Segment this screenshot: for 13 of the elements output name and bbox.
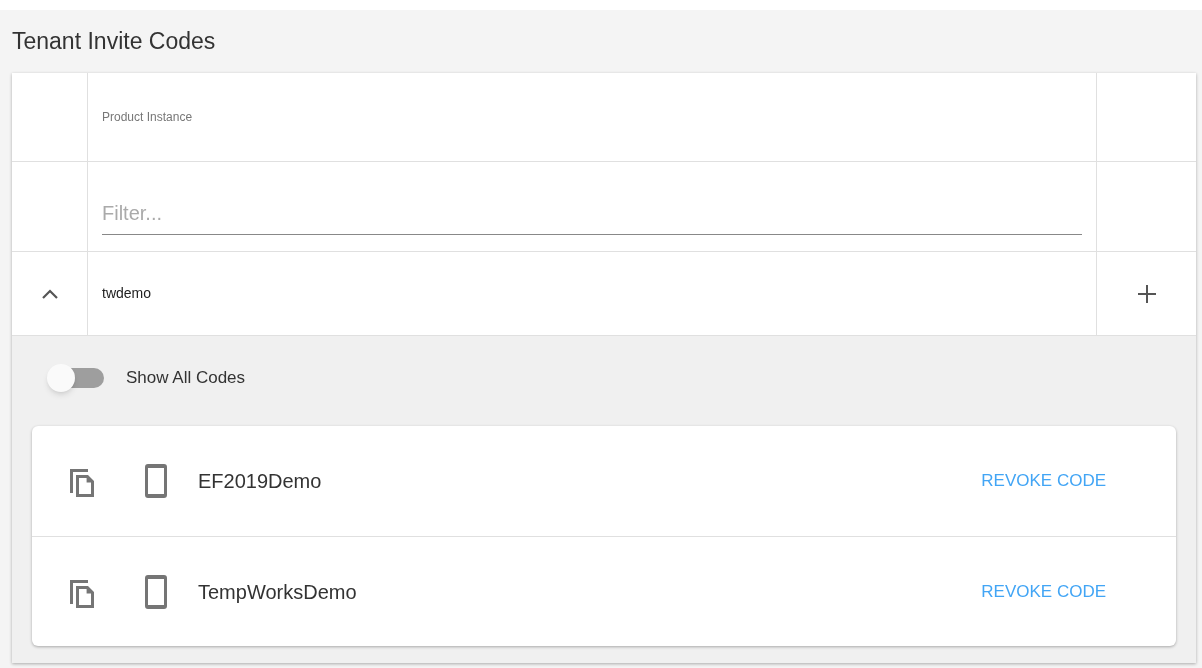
filter-field[interactable]: Filter... [102, 192, 1082, 235]
instance-name: twdemo [102, 284, 152, 303]
revoke-code-button[interactable]: REVOKE CODE [973, 574, 1114, 609]
chevron-up-icon[interactable] [40, 287, 59, 300]
phone-icon [144, 463, 168, 499]
revoke-code-button[interactable]: REVOKE CODE [973, 464, 1114, 498]
code-name: EF2019Demo [198, 469, 323, 494]
plus-icon[interactable] [1136, 283, 1157, 304]
toggle-label: Show All Codes [126, 367, 246, 390]
phone-icon [144, 573, 168, 610]
code-name: TempWorksDemo [198, 579, 358, 605]
page-title: Tenant Invite Codes [12, 27, 217, 57]
column-header: Product Instance [102, 109, 193, 126]
